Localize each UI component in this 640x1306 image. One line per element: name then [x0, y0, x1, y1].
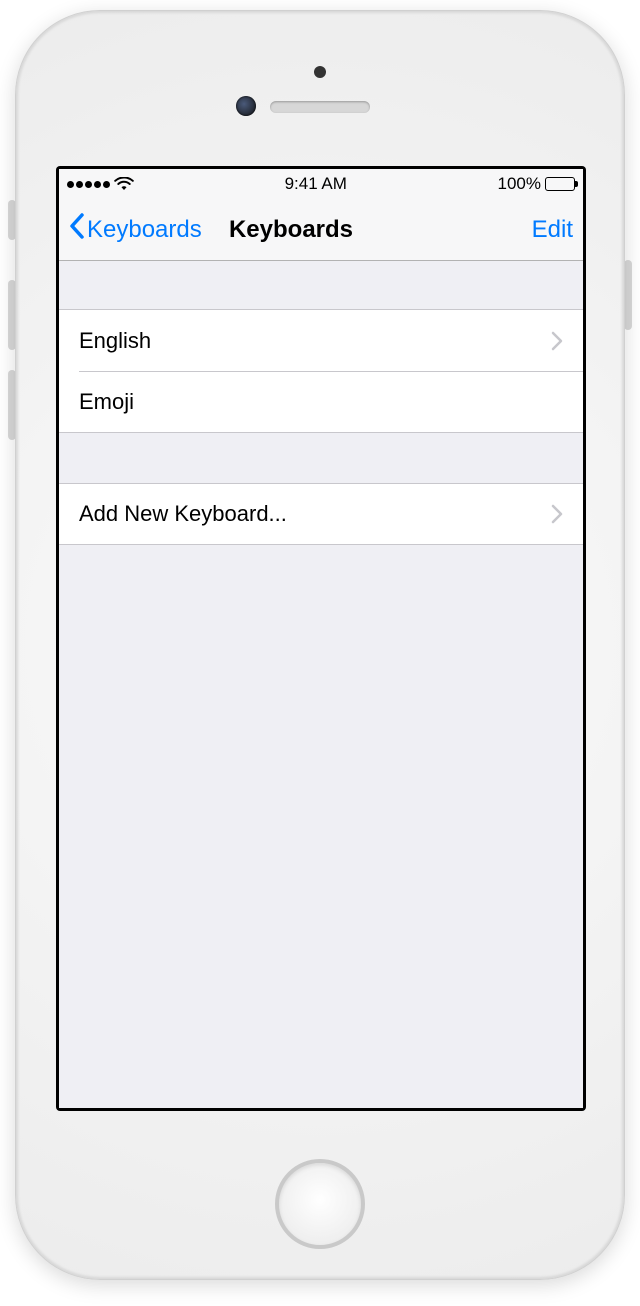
- front-camera: [236, 96, 256, 116]
- screen-bezel: 9:41 AM 100% Keyboards: [56, 166, 586, 1111]
- proximity-sensor: [314, 66, 326, 78]
- keyboard-row-label: Emoji: [79, 389, 134, 415]
- nav-bar: Keyboards Keyboards Edit: [59, 199, 583, 261]
- cellular-signal-icon: [67, 181, 110, 188]
- add-new-keyboard-button[interactable]: Add New Keyboard...: [59, 483, 583, 545]
- group-spacer: [59, 433, 583, 483]
- battery-percent: 100%: [498, 174, 541, 194]
- add-keyboard-label: Add New Keyboard...: [79, 501, 287, 527]
- page-title: Keyboards: [69, 216, 513, 244]
- group-spacer: [59, 261, 583, 309]
- keyboard-row-emoji[interactable]: Emoji: [59, 371, 583, 433]
- home-button[interactable]: [275, 1159, 365, 1249]
- power-button: [624, 260, 632, 330]
- edit-button[interactable]: Edit: [513, 216, 573, 244]
- wifi-icon: [114, 177, 134, 191]
- earpiece-speaker: [270, 101, 370, 113]
- chevron-right-icon: [551, 504, 563, 524]
- battery-icon: [545, 177, 575, 191]
- content: English Emoji Add New Keyboard...: [59, 261, 583, 545]
- keyboard-row-label: English: [79, 328, 151, 354]
- keyboard-row-english[interactable]: English: [59, 309, 583, 371]
- screen: 9:41 AM 100% Keyboards: [59, 169, 583, 1108]
- status-bar: 9:41 AM 100%: [59, 169, 583, 199]
- chevron-right-icon: [551, 331, 563, 351]
- status-time: 9:41 AM: [285, 174, 347, 194]
- phone-body: 9:41 AM 100% Keyboards: [15, 10, 625, 1280]
